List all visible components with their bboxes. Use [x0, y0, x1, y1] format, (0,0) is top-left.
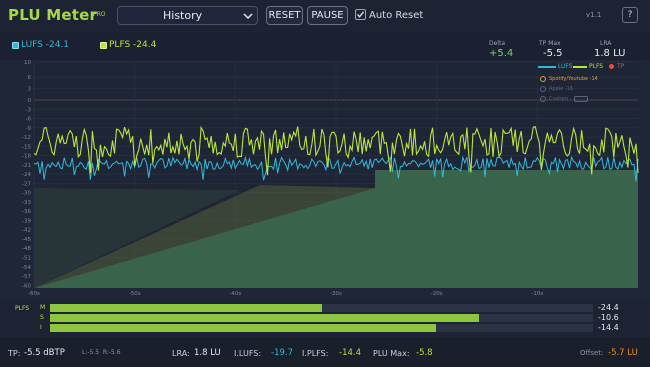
preset-value: History: [163, 9, 203, 22]
checkmark-icon: [357, 11, 365, 18]
legend-tp-label: TP: [617, 63, 625, 70]
meter-track: [50, 314, 593, 322]
y-tick-label: -30: [22, 191, 31, 197]
lra-value: 1.8 LU: [594, 48, 626, 59]
target-radio-apple[interactable]: [540, 86, 546, 92]
footer-ilufs-label: I.LUFS:: [234, 349, 262, 358]
y-tick-label: -27: [22, 181, 31, 187]
footer-offset-value[interactable]: -5.7 LU: [608, 348, 638, 358]
x-tick-label: -20s: [431, 291, 443, 297]
y-tick-label: -33: [22, 200, 31, 206]
legend-lufs-label: LUFS: [558, 63, 573, 70]
legend-plfs-label: PLFS: [589, 63, 604, 70]
footer-offset-label: Offset:: [580, 349, 604, 357]
y-tick-label: -36: [22, 209, 31, 215]
tp-max-label: TP Max: [539, 40, 561, 47]
y-tick-label: -15: [22, 144, 31, 150]
y-tick-label: -39: [22, 218, 31, 224]
meter-label-s: S: [40, 314, 44, 321]
help-button[interactable]: ?: [622, 7, 638, 23]
y-tick-label: -24: [22, 172, 31, 178]
x-tick-label: -60s: [28, 291, 40, 297]
auto-reset-checkbox[interactable]: [355, 9, 366, 20]
chevron-down-icon: [243, 13, 253, 20]
meter-fill: [50, 324, 436, 332]
y-tick-label: -6: [26, 117, 32, 123]
lra-label: LRA: [600, 40, 612, 47]
y-tick-label: -48: [22, 246, 31, 252]
footer-plumax-label: PLU Max:: [373, 349, 410, 358]
y-tick-label: -42: [22, 228, 31, 234]
meter-value-s: -10.6: [598, 313, 619, 322]
custom-target-field[interactable]: [574, 96, 588, 102]
meters-label: PLFS: [15, 305, 30, 312]
y-tick-label: -18: [22, 154, 31, 160]
delta-label: Delta: [489, 40, 506, 47]
footer-iplfs-value: -14.4: [339, 348, 361, 358]
y-tick-label: -45: [22, 237, 31, 243]
legend-lufs-swatch: [538, 66, 556, 68]
footer-plumax-value: -5.8: [416, 348, 433, 358]
target-label-custom: Custom: [549, 96, 569, 102]
x-tick-label: -10s: [531, 291, 543, 297]
target-radio-spotify[interactable]: [540, 76, 546, 82]
delta-value: +5.4: [489, 48, 514, 59]
x-tick-label: -30s: [330, 291, 342, 297]
footer-tp-label: TP:: [8, 349, 21, 358]
meter-fill: [50, 304, 322, 312]
meter-value-m: -24.4: [598, 303, 619, 312]
y-tick-label: 3: [28, 87, 32, 93]
target-radio-custom[interactable]: [540, 96, 546, 102]
x-tick-label: -40s: [229, 291, 241, 297]
footer-lra-value: 1.8 LU: [194, 348, 221, 358]
preset-dropdown[interactable]: History: [117, 6, 258, 25]
meter-fill: [50, 314, 479, 322]
lufs-toggle[interactable]: [12, 42, 19, 49]
meter-value-i: -14.4: [598, 323, 619, 332]
y-tick-label: -51: [22, 256, 31, 262]
legend-tp-dot: [609, 64, 614, 69]
y-tick-label: -21: [22, 163, 31, 169]
y-tick-label: -9: [26, 126, 32, 132]
footer-lra-label: LRA:: [172, 349, 190, 358]
target-label-apple: Apple -16: [549, 86, 573, 92]
loudness-history-graph: 10 6 3 0 -3 -6 -9 -12 -15 -18 -21 -24 -27 -30 -33 -36 -3…: [0, 60, 650, 301]
plfs-readout: PLFS -24.4: [109, 40, 157, 50]
y-tick-label: -54: [22, 265, 31, 271]
version-label: v1.1: [586, 11, 602, 19]
edition-badge: PRO: [93, 11, 106, 18]
app-title: PLU Meter: [8, 6, 98, 24]
footer-iplfs-label: I.PLFS:: [302, 349, 329, 358]
reset-button[interactable]: RESET: [266, 6, 303, 25]
footer-tp-value: -5.5 dBTP: [24, 348, 65, 358]
meter-label-i: I: [40, 324, 42, 331]
level-meters: PLFS M -24.4 S -10.6 I -14.4: [0, 301, 650, 337]
y-tick-label: -12: [22, 135, 31, 141]
y-tick-label: 10: [24, 60, 31, 66]
footer-bar: TP: -5.5 dBTP L:-5.5 R:-5.6 LRA: 1.8 LU …: [0, 337, 650, 367]
meter-track: [50, 304, 593, 312]
auto-reset-label: Auto Reset: [369, 10, 424, 21]
pause-button[interactable]: PAUSE: [307, 6, 348, 25]
lufs-readout: LUFS -24.1: [21, 40, 70, 50]
target-label-spotify: Spotify/Youtube -14: [549, 76, 598, 82]
y-tick-label: 6: [28, 75, 32, 81]
y-tick-label: -60: [22, 283, 31, 289]
footer-ilufs-value: -19.7: [271, 348, 293, 358]
y-tick-label: -57: [22, 274, 31, 280]
y-tick-label: 0: [28, 98, 32, 104]
meter-label-m: M: [40, 304, 46, 311]
footer-lr-value: L:-5.5 R:-5.6: [82, 349, 121, 356]
y-tick-label: -3: [26, 107, 32, 113]
legend-plfs-swatch: [573, 66, 587, 68]
plfs-toggle[interactable]: [100, 42, 107, 49]
x-tick-label: -50s: [129, 291, 141, 297]
tp-max-value: -5.5: [543, 48, 563, 59]
meter-track: [50, 324, 593, 332]
